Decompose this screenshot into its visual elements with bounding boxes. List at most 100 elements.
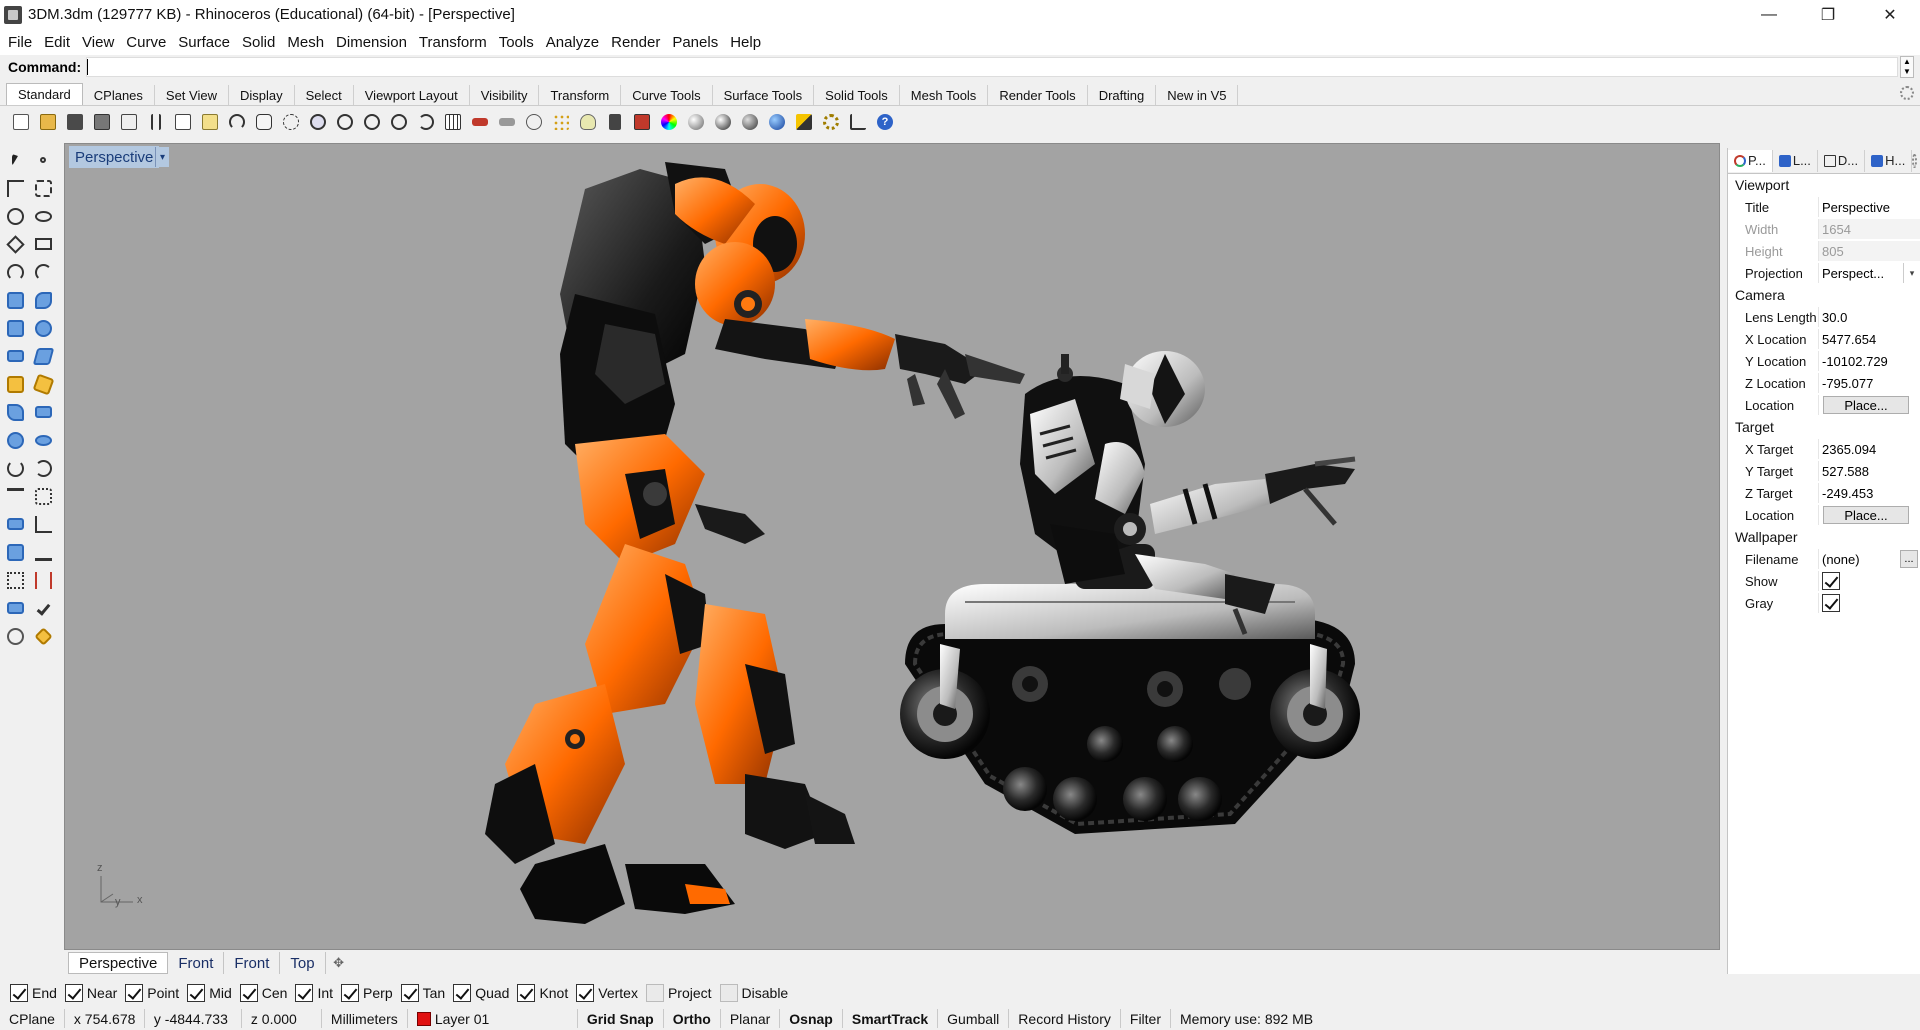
osnap-quad-checkbox[interactable] (453, 984, 472, 1002)
layer-icon[interactable] (631, 111, 653, 133)
osnap-near[interactable]: Near (64, 984, 117, 1002)
zoom-extents-icon[interactable] (361, 111, 383, 133)
osnap-knot[interactable]: Knot (517, 984, 568, 1002)
osnap-project[interactable]: Project (645, 984, 712, 1002)
osnap-end[interactable]: End (10, 984, 57, 1002)
surface-loft-icon[interactable] (31, 316, 55, 340)
freeform-curve-icon[interactable] (31, 260, 55, 284)
z-target-field[interactable]: -249.453 (1818, 483, 1920, 503)
rotate-view-icon[interactable] (415, 111, 437, 133)
tab-render-tools[interactable]: Render Tools (988, 85, 1088, 105)
array-icon[interactable] (3, 512, 27, 536)
panel-tab-display[interactable]: D... (1818, 149, 1866, 172)
curve-control-points-icon[interactable] (31, 176, 55, 200)
arc-icon[interactable] (3, 260, 27, 284)
status-filter[interactable]: Filter (1121, 1009, 1172, 1028)
shaded-sphere-icon[interactable] (685, 111, 707, 133)
polygon-icon[interactable] (3, 232, 27, 256)
extrude-surface-icon[interactable] (3, 344, 27, 368)
minimize-button[interactable]: — (1741, 0, 1797, 29)
status-osnap[interactable]: Osnap (780, 1009, 843, 1028)
tab-select[interactable]: Select (295, 85, 354, 105)
align-objects-icon[interactable] (31, 568, 55, 592)
status-record-history[interactable]: Record History (1009, 1009, 1121, 1028)
menu-solid[interactable]: Solid (236, 34, 281, 51)
pan-hand-icon[interactable] (253, 111, 275, 133)
osnap-tan[interactable]: Tan (400, 984, 445, 1002)
polyline-icon[interactable] (3, 176, 27, 200)
osnap-near-checkbox[interactable] (64, 984, 83, 1002)
point-icon[interactable] (31, 148, 55, 172)
osnap-mid-checkbox[interactable] (187, 984, 206, 1002)
menu-help[interactable]: Help (724, 34, 767, 51)
save-icon[interactable] (64, 111, 86, 133)
osnap-perp[interactable]: Perp (341, 984, 393, 1002)
zoom-window-icon[interactable] (334, 111, 356, 133)
scale-icon[interactable] (31, 484, 55, 508)
paint-bucket-icon[interactable] (31, 624, 55, 648)
gray-wallpaper-checkbox[interactable] (1822, 594, 1840, 612)
text-object-icon[interactable] (3, 484, 27, 508)
osnap-vertex[interactable]: Vertex (576, 984, 638, 1002)
circle-icon[interactable] (3, 204, 27, 228)
viewport-tab-front[interactable]: Front (168, 952, 225, 974)
mesh-plane-icon[interactable] (31, 540, 55, 564)
panel-tab-layers[interactable]: L... (1773, 149, 1818, 172)
cut-icon[interactable] (145, 111, 167, 133)
surface-tools-icon[interactable] (3, 372, 27, 396)
tab-viewport-layout[interactable]: Viewport Layout (354, 85, 470, 105)
pipe-icon[interactable] (3, 456, 27, 480)
print-icon[interactable] (91, 111, 113, 133)
network-surface-icon[interactable] (31, 344, 55, 368)
blend-curve-icon[interactable] (31, 456, 55, 480)
grid-points-icon[interactable] (550, 111, 572, 133)
z-location-field[interactable]: -795.077 (1818, 373, 1920, 393)
panel-tab-help[interactable]: H... (1865, 149, 1913, 172)
status-grid-snap[interactable]: Grid Snap (578, 1009, 664, 1028)
dimension-icon[interactable] (31, 512, 55, 536)
menu-surface[interactable]: Surface (172, 34, 236, 51)
status-units[interactable]: Millimeters (322, 1009, 408, 1028)
menu-mesh[interactable]: Mesh (281, 34, 330, 51)
boolean-union-icon[interactable] (3, 400, 27, 424)
tab-surface-tools[interactable]: Surface Tools (713, 85, 815, 105)
ellipse-icon[interactable] (31, 204, 55, 228)
zoom-selected-icon[interactable] (388, 111, 410, 133)
osnap-tan-checkbox[interactable] (400, 984, 419, 1002)
osnap-end-checkbox[interactable] (10, 984, 28, 1002)
paste-icon[interactable] (199, 111, 221, 133)
status-smarttrack[interactable]: SmartTrack (843, 1009, 939, 1028)
osnap-int[interactable]: Int (295, 984, 333, 1002)
x-target-field[interactable]: 2365.094 (1818, 439, 1920, 459)
tab-new-in-v5[interactable]: New in V5 (1156, 85, 1239, 105)
mesh-box-icon[interactable] (3, 540, 27, 564)
close-button[interactable]: ✕ (1862, 0, 1918, 29)
camera-place-button[interactable]: Place... (1823, 396, 1909, 414)
color-wheel-icon[interactable] (658, 111, 680, 133)
move-view-icon[interactable] (280, 111, 302, 133)
cplane-icon[interactable] (523, 111, 545, 133)
surface-corner-icon[interactable] (3, 316, 27, 340)
osnap-vertex-checkbox[interactable] (576, 984, 595, 1002)
menu-curve[interactable]: Curve (120, 34, 172, 51)
osnap-point[interactable]: Point (125, 984, 179, 1002)
tab-drafting[interactable]: Drafting (1088, 85, 1157, 105)
menu-file[interactable]: File (2, 34, 38, 51)
toolbar-options-gear-icon[interactable] (1900, 86, 1914, 100)
help-icon[interactable]: ? (874, 111, 896, 133)
status-gumball[interactable]: Gumball (938, 1009, 1010, 1028)
menu-view[interactable]: View (76, 34, 120, 51)
tab-display[interactable]: Display (229, 85, 295, 105)
osnap-point-checkbox[interactable] (125, 984, 144, 1002)
tab-set-view[interactable]: Set View (155, 85, 229, 105)
rectangle-icon[interactable] (31, 232, 55, 256)
viewport-title[interactable]: Perspective (69, 146, 160, 168)
command-history-spinner[interactable]: ▲ ▼ (1900, 56, 1914, 78)
y-target-field[interactable]: 527.588 (1818, 461, 1920, 481)
new-file-icon[interactable] (10, 111, 32, 133)
export-icon[interactable] (118, 111, 140, 133)
menu-dimension[interactable]: Dimension (330, 34, 413, 51)
sphere-solid-icon[interactable] (3, 428, 27, 452)
osnap-project-checkbox[interactable] (645, 984, 664, 1002)
viewport-tab-perspective[interactable]: Perspective (68, 952, 169, 974)
